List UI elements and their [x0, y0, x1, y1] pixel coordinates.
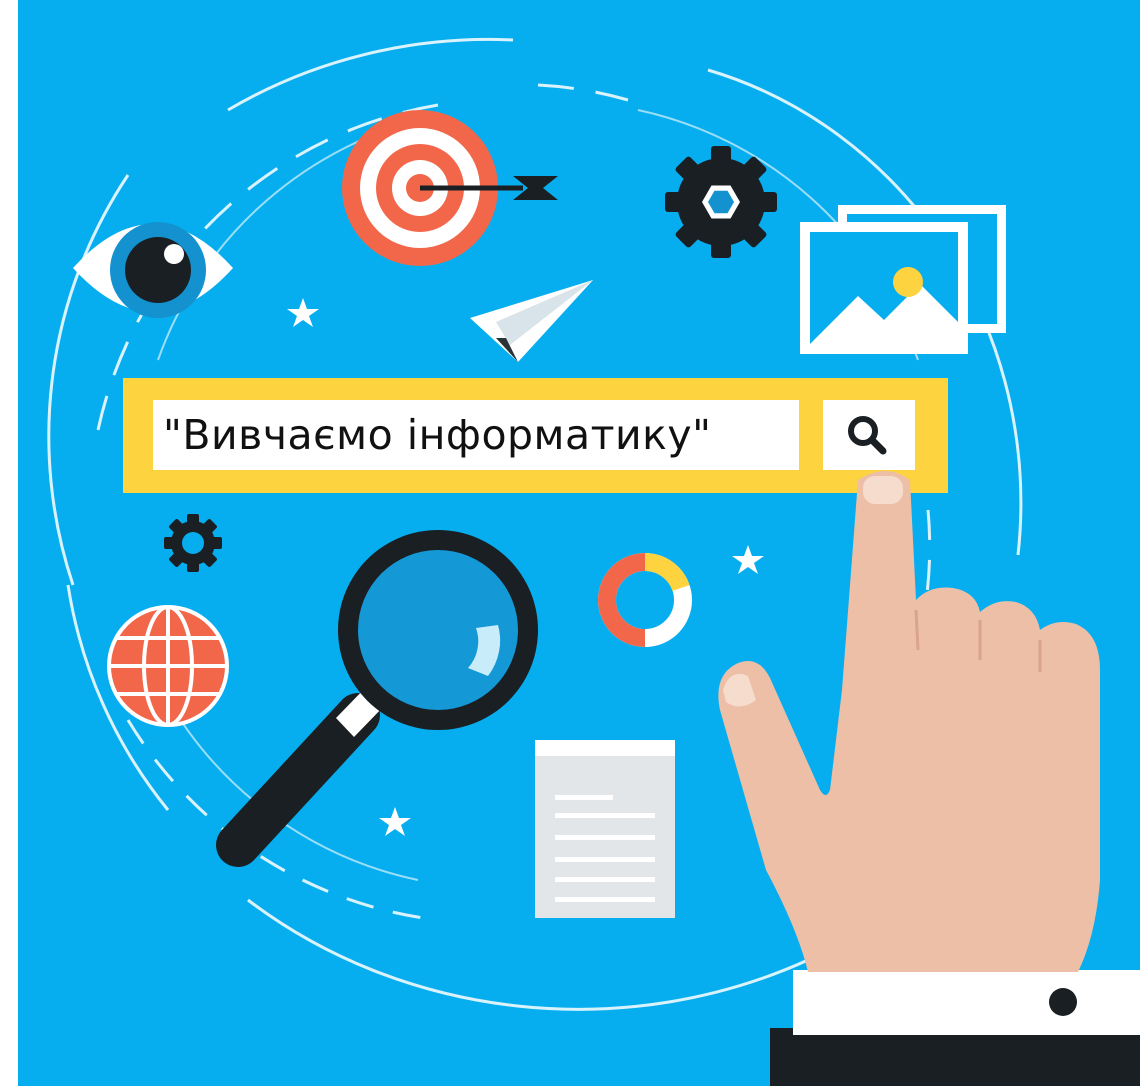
gear-icon — [164, 514, 222, 572]
search-query-text: "Вивчаємо інформатику" — [163, 411, 712, 459]
globe-icon — [107, 605, 229, 727]
search-button[interactable] — [823, 400, 915, 470]
picture-icon — [800, 205, 1006, 354]
search-bar: "Вивчаємо інформатику" — [123, 378, 948, 493]
gear-icon — [665, 146, 777, 258]
illustration-canvas: "Вивчаємо інформатику" — [18, 0, 1140, 1086]
search-icon — [848, 416, 887, 455]
search-input[interactable]: "Вивчаємо інформатику" — [153, 400, 799, 470]
background-art — [18, 0, 1140, 1086]
document-icon — [535, 740, 675, 918]
